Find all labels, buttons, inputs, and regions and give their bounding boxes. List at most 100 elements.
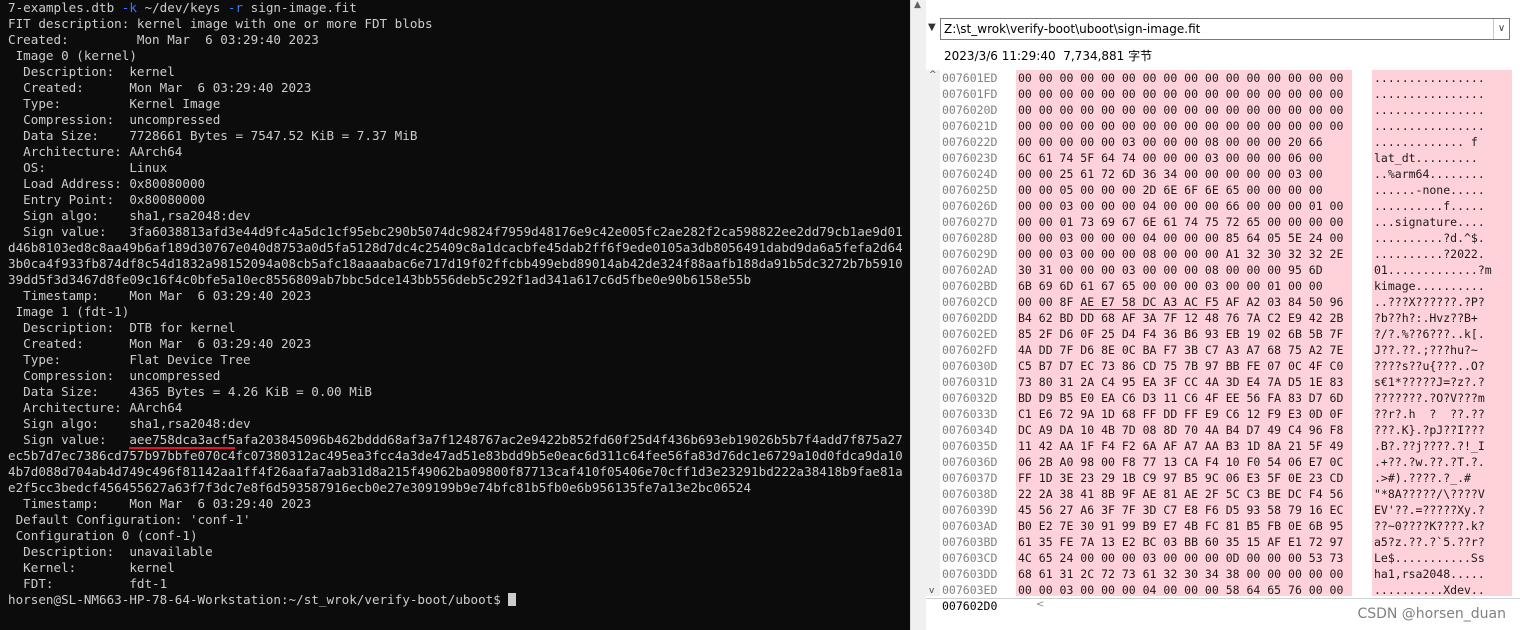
hex-ascii[interactable]: ..........f..... — [1372, 198, 1512, 214]
hex-bytes[interactable]: 00 00 03 00 00 00 08 00 00 00 A1 32 30 3… — [1016, 246, 1352, 262]
hex-scroll-gutter[interactable]: ^ v — [926, 70, 940, 596]
hex-ascii[interactable]: ??~0????K????.k? — [1372, 518, 1512, 534]
hex-row[interactable]: 0076027D 00 00 01 73 69 67 6E 61 74 75 72… — [942, 214, 1520, 230]
hex-ascii[interactable]: .>#).????.?_.# — [1372, 470, 1512, 486]
hex-bytes[interactable]: C1 E6 72 9A 1D 68 FF DD FF E9 C6 12 F9 E… — [1016, 406, 1352, 422]
hex-row[interactable]: 007603DD 68 61 31 2C 72 73 61 32 30 34 38… — [942, 566, 1520, 582]
hex-bytes[interactable]: 00 00 00 00 00 00 00 00 00 00 00 00 00 0… — [1016, 118, 1352, 134]
hex-bytes[interactable]: 00 00 00 00 00 00 00 00 00 00 00 00 00 0… — [1016, 86, 1352, 102]
hex-bytes[interactable]: FF 1D 3E 23 29 1B C9 97 B5 9C 06 E3 5F 0… — [1016, 470, 1352, 486]
hex-bytes[interactable]: 00 00 03 00 00 00 04 00 00 00 58 64 65 7… — [1016, 582, 1352, 596]
hex-ascii[interactable]: ............. f — [1372, 134, 1512, 150]
hex-bytes[interactable]: 73 80 31 2A C4 95 EA 3F CC 4A 3D E4 7A D… — [1016, 374, 1352, 390]
hex-ascii[interactable]: ..%arm64........ — [1372, 166, 1512, 182]
hex-bytes[interactable]: DC A9 DA 10 4B 7D 08 8D 70 4A B4 D7 49 C… — [1016, 422, 1352, 438]
hex-row[interactable]: 0076030D C5 B7 D7 EC 73 86 CD 75 7B 97 BB… — [942, 358, 1520, 374]
hex-row[interactable]: 007602ED 85 2F D6 0F 25 D4 F4 36 B6 93 EB… — [942, 326, 1520, 342]
hex-row[interactable]: 0076035D 11 42 AA 1F F4 F2 6A AF A7 AA B3… — [942, 438, 1520, 454]
vertical-scrollbar[interactable]: ▲ — [910, 0, 926, 630]
hex-bytes[interactable]: 68 61 31 2C 72 73 61 32 30 34 38 00 00 0… — [1016, 566, 1352, 582]
hex-row[interactable]: 0076025D 00 00 05 00 00 00 2D 6E 6F 6E 65… — [942, 182, 1520, 198]
hex-bytes[interactable]: 00 00 00 00 00 00 00 00 00 00 00 00 00 0… — [1016, 102, 1352, 118]
hex-row[interactable]: 0076020D 00 00 00 00 00 00 00 00 00 00 00… — [942, 102, 1520, 118]
hex-bytes[interactable]: 45 56 27 A6 3F 7F 3D C7 E8 F6 D5 93 58 7… — [1016, 502, 1352, 518]
hex-dump-area[interactable]: ^ v 007601ED 00 00 00 00 00 00 00 00 00 0… — [926, 70, 1520, 596]
hex-row[interactable]: 0076031D 73 80 31 2A C4 95 EA 3F CC 4A 3D… — [942, 374, 1520, 390]
hex-ascii[interactable]: 01.............?m — [1372, 262, 1512, 278]
hex-ascii[interactable]: ?b??h?:.Hvz??B+ — [1372, 310, 1512, 326]
hex-ascii[interactable]: kimage.......... — [1372, 278, 1512, 294]
hex-bytes[interactable]: C5 B7 D7 EC 73 86 CD 75 7B 97 BB FE 07 0… — [1016, 358, 1352, 374]
hex-row[interactable]: 007603CD 4C 65 24 00 00 00 03 00 00 00 0D… — [942, 550, 1520, 566]
hex-bytes[interactable]: 00 00 01 73 69 67 6E 61 74 75 72 65 00 0… — [1016, 214, 1352, 230]
hex-ascii[interactable]: ......-none..... — [1372, 182, 1512, 198]
hex-bytes[interactable]: 4C 65 24 00 00 00 03 00 00 00 0D 00 00 0… — [1016, 550, 1352, 566]
hex-ascii[interactable]: ..........?d.^$. — [1372, 230, 1512, 246]
hex-bytes[interactable]: 00 00 03 00 00 00 04 00 00 00 85 64 05 5… — [1016, 230, 1352, 246]
scroll-up-icon[interactable]: ^ — [929, 70, 937, 80]
hex-row[interactable]: 0076038D 22 2A 38 41 8B 9F AE 81 AE 2F 5C… — [942, 486, 1520, 502]
hex-ascii[interactable]: ???.K}.?pJ??I??? — [1372, 422, 1512, 438]
hex-ascii[interactable]: ..........?2022. — [1372, 246, 1512, 262]
hex-row[interactable]: 007602AD 30 31 00 00 00 03 00 00 00 08 00… — [942, 262, 1520, 278]
hex-bytes[interactable]: 00 00 25 61 72 6D 36 34 00 00 00 00 00 0… — [1016, 166, 1352, 182]
hex-row[interactable]: 0076029D 00 00 03 00 00 00 08 00 00 00 A1… — [942, 246, 1520, 262]
hex-ascii[interactable]: ...signature.... — [1372, 214, 1512, 230]
hex-row[interactable]: 0076022D 00 00 00 00 00 03 00 00 00 08 00… — [942, 134, 1520, 150]
scroll-left-icon[interactable]: < — [1036, 599, 1044, 610]
hex-ascii[interactable]: .+??.?w.??.?T.?. — [1372, 454, 1512, 470]
hex-bytes[interactable]: 6B 69 6D 61 67 65 00 00 00 03 00 00 01 0… — [1016, 278, 1352, 294]
hex-ascii[interactable]: ................ — [1372, 118, 1512, 134]
hex-row[interactable]: 0076034D DC A9 DA 10 4B 7D 08 8D 70 4A B4… — [942, 422, 1520, 438]
hex-ascii[interactable]: ?/?.%??6???..k[. — [1372, 326, 1512, 342]
chevron-down-icon[interactable]: ∨ — [1493, 19, 1509, 39]
hex-row[interactable]: 007601ED 00 00 00 00 00 00 00 00 00 00 00… — [942, 70, 1520, 86]
hex-bytes[interactable]: 61 35 FE 7A 13 E2 BC 03 BB 60 35 15 AF E… — [1016, 534, 1352, 550]
hex-ascii[interactable]: ????s??u{???..O? — [1372, 358, 1512, 374]
collapse-triangle-icon[interactable]: ▼ — [928, 22, 936, 33]
hex-bytes[interactable]: 06 2B A0 98 00 F8 77 13 CA F4 10 F0 54 0… — [1016, 454, 1352, 470]
hex-ascii[interactable]: Le$...........Ss — [1372, 550, 1512, 566]
hex-ascii[interactable]: s€1*?????J=?z?.? — [1372, 374, 1512, 390]
file-path-input[interactable]: Z:\st_wrok\verify-boot\uboot\sign-image.… — [940, 18, 1510, 40]
hex-bytes[interactable]: 4A DD 7F D6 8E 0C BA F7 3B C7 A3 A7 68 7… — [1016, 342, 1352, 358]
hex-row[interactable]: 0076023D 6C 61 74 5F 64 74 00 00 00 03 00… — [942, 150, 1520, 166]
hex-bytes[interactable]: 85 2F D6 0F 25 D4 F4 36 B6 93 EB 19 02 6… — [1016, 326, 1352, 342]
hex-row[interactable]: 0076021D 00 00 00 00 00 00 00 00 00 00 00… — [942, 118, 1520, 134]
hex-row[interactable]: 0076033D C1 E6 72 9A 1D 68 FF DD FF E9 C6… — [942, 406, 1520, 422]
scroll-up-icon[interactable]: ▲ — [914, 0, 921, 10]
hex-bytes[interactable]: 00 00 05 00 00 00 2D 6E 6F 6E 65 00 00 0… — [1016, 182, 1352, 198]
hex-ascii[interactable]: ??r?.h ? ??.?? — [1372, 406, 1512, 422]
hex-row[interactable]: 007602BD 6B 69 6D 61 67 65 00 00 00 03 00… — [942, 278, 1520, 294]
hex-ascii[interactable]: ???????.?O?V???m — [1372, 390, 1512, 406]
hex-row[interactable]: 007603BD 61 35 FE 7A 13 E2 BC 03 BB 60 35… — [942, 534, 1520, 550]
hex-bytes[interactable]: B4 62 BD DD 68 AF 3A 7F 12 48 76 7A C2 E… — [1016, 310, 1352, 326]
hex-row[interactable]: 007602FD 4A DD 7F D6 8E 0C BA F7 3B C7 A3… — [942, 342, 1520, 358]
hex-ascii[interactable]: ha1,rsa2048..... — [1372, 566, 1512, 582]
hex-ascii[interactable]: ..???X??????.?P? — [1372, 294, 1512, 310]
hex-row[interactable]: 0076026D 00 00 03 00 00 00 04 00 00 00 66… — [942, 198, 1520, 214]
hex-row[interactable]: 0076037D FF 1D 3E 23 29 1B C9 97 B5 9C 06… — [942, 470, 1520, 486]
hex-bytes[interactable]: 00 00 03 00 00 00 04 00 00 00 66 00 00 0… — [1016, 198, 1352, 214]
hex-ascii[interactable]: lat_dt......... — [1372, 150, 1512, 166]
hex-row[interactable]: 0076028D 00 00 03 00 00 00 04 00 00 00 85… — [942, 230, 1520, 246]
hex-row[interactable]: 0076032D BD D9 B5 E0 EA C6 D3 11 C6 4F EE… — [942, 390, 1520, 406]
hex-ascii[interactable]: .B?.??j????.?!_I — [1372, 438, 1512, 454]
scroll-down-icon[interactable]: v — [929, 586, 934, 596]
hex-row[interactable]: 007602CD 00 00 8F AE E7 58 DC A3 AC F5 AF… — [942, 294, 1520, 311]
hex-bytes[interactable]: 11 42 AA 1F F4 F2 6A AF A7 AA B3 1D 8A 2… — [1016, 438, 1352, 454]
hex-ascii[interactable]: "*8A?????/\????V — [1372, 486, 1512, 502]
hex-row[interactable]: 007603ED 00 00 03 00 00 00 04 00 00 00 58… — [942, 582, 1520, 596]
hex-bytes[interactable]: 22 2A 38 41 8B 9F AE 81 AE 2F 5C C3 BE D… — [1016, 486, 1352, 502]
hex-row[interactable]: 0076036D 06 2B A0 98 00 F8 77 13 CA F4 10… — [942, 454, 1520, 470]
hex-bytes[interactable]: 00 00 00 00 00 03 00 00 00 08 00 00 00 2… — [1016, 134, 1352, 150]
hex-bytes[interactable]: 00 00 8F AE E7 58 DC A3 AC F5 AF A2 03 8… — [1016, 294, 1352, 311]
hex-row[interactable]: 0076024D 00 00 25 61 72 6D 36 34 00 00 00… — [942, 166, 1520, 182]
hex-bytes[interactable]: B0 E2 7E 30 91 99 B9 E7 4B FC 81 B5 FB 0… — [1016, 518, 1352, 534]
hex-ascii[interactable]: ................ — [1372, 86, 1512, 102]
hex-ascii[interactable]: a5?z.??.?`5.??r? — [1372, 534, 1512, 550]
hex-row[interactable]: 007602DD B4 62 BD DD 68 AF 3A 7F 12 48 76… — [942, 310, 1520, 326]
hex-bytes[interactable]: 6C 61 74 5F 64 74 00 00 00 03 00 00 00 0… — [1016, 150, 1352, 166]
hex-ascii[interactable]: EV'??.=?????Xy.? — [1372, 502, 1512, 518]
hex-bytes[interactable]: 00 00 00 00 00 00 00 00 00 00 00 00 00 0… — [1016, 70, 1352, 86]
